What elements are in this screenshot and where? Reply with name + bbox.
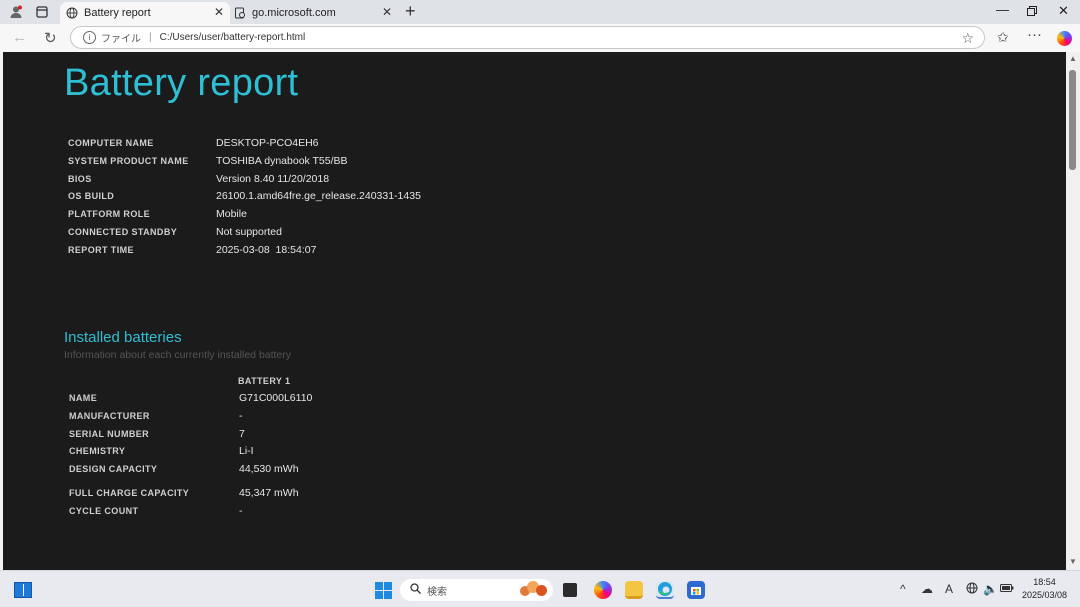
- network-globe-icon[interactable]: [966, 582, 978, 597]
- scroll-down-arrow-icon[interactable]: ▼: [1069, 557, 1077, 566]
- row-label: NAME: [69, 393, 98, 403]
- row-value: Version 8.40 11/20/2018: [216, 172, 330, 185]
- tab-title: Battery report: [84, 7, 151, 19]
- tab-battery-report[interactable]: Battery report ✕: [60, 2, 230, 24]
- row-label: CYCLE COUNT: [69, 505, 139, 516]
- ime-indicator[interactable]: A: [945, 582, 953, 596]
- profile-icon[interactable]: [8, 4, 24, 20]
- speaker-icon[interactable]: 🔈: [983, 582, 998, 596]
- clock-time: 18:54: [1033, 577, 1056, 587]
- row-label: REPORT TIME: [68, 244, 134, 255]
- section-heading: Installed batteries: [64, 329, 182, 346]
- info-icon[interactable]: i: [83, 31, 96, 44]
- refresh-icon[interactable]: ↻: [44, 29, 57, 47]
- row-label: CHEMISTRY: [69, 446, 126, 457]
- page-title: Battery report: [64, 62, 299, 104]
- row-label: OS BUILD: [68, 191, 115, 202]
- row-value: DESKTOP-PCO4EH6: [216, 137, 319, 149]
- row-value: G71C000L6110: [239, 392, 313, 404]
- row-value: TOSHIBA dynabook T55/BB: [216, 154, 348, 167]
- address-bar[interactable]: i ファイル | C:/Users/user/battery-report.ht…: [70, 26, 985, 49]
- cloud-icon[interactable]: ☁: [921, 582, 933, 596]
- row-label: PLATFORM ROLE: [68, 209, 151, 220]
- tab-title: go.microsoft.com: [252, 7, 336, 19]
- more-options-icon[interactable]: ···: [1027, 26, 1042, 43]
- new-tab-button[interactable]: +: [405, 1, 416, 22]
- close-window-icon[interactable]: ✕: [1058, 3, 1069, 19]
- microsoft-store-icon[interactable]: [687, 581, 705, 599]
- row-value: 7: [239, 427, 245, 440]
- vertical-scrollbar[interactable]: ▲ ▼: [1066, 52, 1080, 570]
- battery-icon[interactable]: [1000, 582, 1014, 596]
- clock-date: 2025/03/08: [1022, 590, 1068, 600]
- back-arrow-icon[interactable]: ←: [12, 29, 27, 46]
- row-value: Mobile: [216, 208, 247, 221]
- row-value: -: [239, 504, 243, 517]
- close-tab-icon[interactable]: ✕: [382, 5, 392, 19]
- restore-icon[interactable]: [1027, 4, 1037, 19]
- tab-actions-icon[interactable]: [34, 4, 50, 20]
- show-hidden-icons-chevron-up-icon[interactable]: ^: [900, 582, 906, 596]
- url-text[interactable]: C:/Users/user/battery-report.html: [160, 32, 306, 43]
- start-button[interactable]: [375, 582, 392, 599]
- row-value: 44,530 mWh: [239, 463, 299, 476]
- row-label: CONNECTED STANDBY: [68, 226, 178, 237]
- copilot-icon[interactable]: [1057, 31, 1072, 46]
- row-label: MANUFACTURER: [69, 410, 150, 421]
- row-label: FULL CHARGE CAPACITY: [69, 487, 190, 498]
- scroll-up-arrow-icon[interactable]: ▲: [1069, 54, 1077, 63]
- row-value: 2025-03-08 18:54:07: [216, 243, 317, 256]
- protocol-label: ファイル: [101, 34, 141, 45]
- page-icon: [234, 7, 246, 19]
- page-content: Battery report COMPUTER NAME DESKTOP-PCO4…: [3, 52, 1066, 570]
- search-icon: [410, 583, 421, 597]
- row-label: SERIAL NUMBER: [69, 428, 150, 439]
- search-placeholder: 検索: [427, 586, 447, 598]
- close-tab-icon[interactable]: ✕: [214, 5, 224, 19]
- row-value: -: [239, 409, 243, 422]
- favorite-star-icon[interactable]: ☆: [961, 30, 974, 47]
- favorites-icon[interactable]: ✩: [997, 29, 1009, 46]
- row-value: Not supported: [216, 225, 282, 238]
- row-value: Li-I: [239, 445, 254, 458]
- column-header: BATTERY 1: [238, 376, 291, 386]
- address-separator: |: [149, 32, 152, 43]
- section-subtitle: Information about each currently install…: [64, 349, 292, 361]
- row-label: SYSTEM PRODUCT NAME: [68, 155, 189, 166]
- edge-browser-icon[interactable]: [656, 581, 674, 599]
- system-clock[interactable]: 18:54 2025/03/08: [1022, 576, 1067, 602]
- row-label: DESIGN CAPACITY: [69, 464, 158, 475]
- search-highlight-icon[interactable]: [520, 581, 550, 599]
- taskbar: 検索 ^ ☁ A 🔈 18:54 2025/03/08: [0, 570, 1080, 607]
- minimize-icon[interactable]: —: [996, 2, 1009, 17]
- task-view-icon[interactable]: [563, 583, 577, 597]
- scrollbar-thumb[interactable]: [1069, 70, 1076, 170]
- copilot-taskbar-icon[interactable]: [594, 581, 612, 599]
- globe-icon: [66, 7, 78, 19]
- row-value: 26100.1.amd64fre.ge_release.240331-1435: [216, 190, 421, 203]
- row-label: BIOS: [68, 173, 92, 184]
- browser-tab-strip: Battery report ✕ go.microsoft.com ✕ + — …: [0, 0, 1080, 24]
- file-explorer-icon[interactable]: [625, 581, 643, 599]
- row-value: 45,347 mWh: [239, 486, 299, 499]
- tab-go-microsoft[interactable]: go.microsoft.com ✕: [228, 2, 398, 24]
- row-label: COMPUTER NAME: [68, 138, 154, 148]
- browser-toolbar: ← ↻ i ファイル | C:/Users/user/battery-repor…: [0, 24, 1080, 52]
- widgets-icon[interactable]: [14, 582, 32, 598]
